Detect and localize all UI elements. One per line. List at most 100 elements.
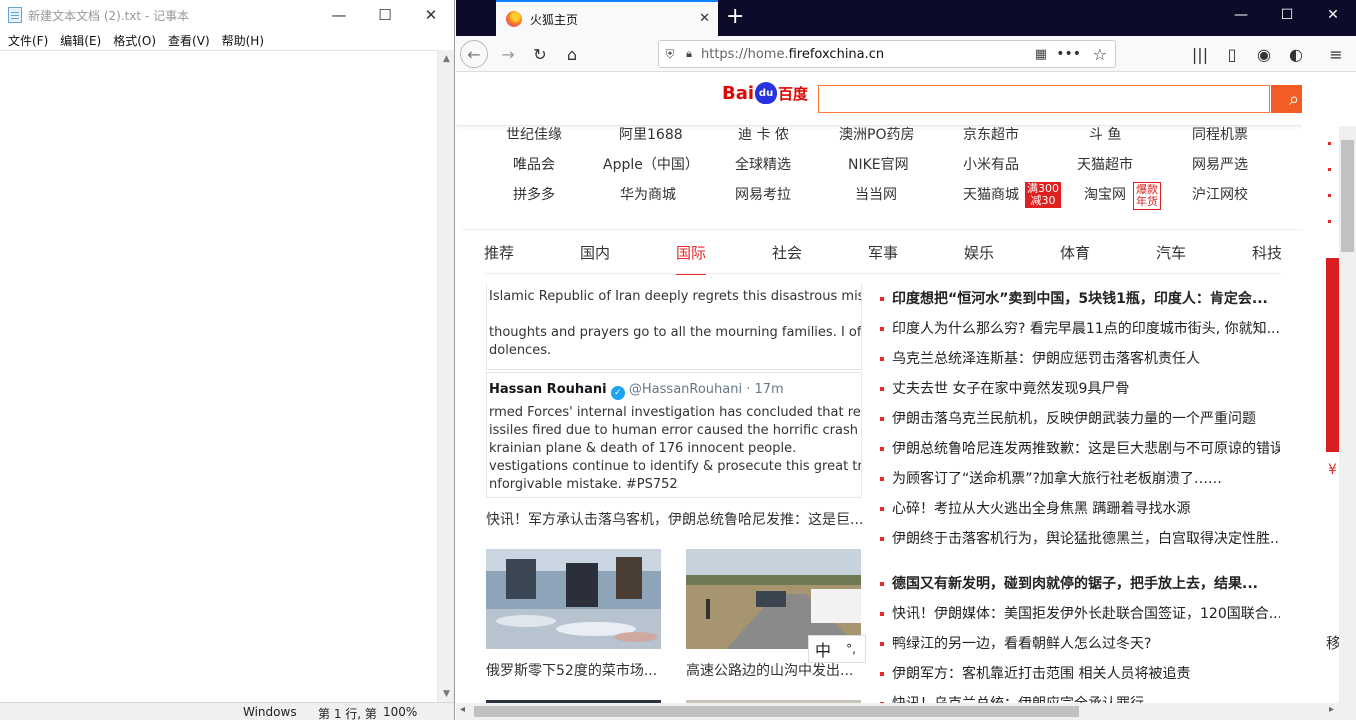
headline-item[interactable]: 德国又有新发明，碰到肉就停的锯子，把手放上去，结果... [880,573,1280,603]
tab-society[interactable]: 社会 [772,242,802,263]
tab-close-icon[interactable]: ✕ [699,11,710,26]
site-link[interactable]: 天猫商城 [963,184,1019,204]
headline-item[interactable]: 伊朗终于击落客机行为，舆论猛批德黑兰，白宫取得决定性胜... [880,528,1280,558]
tab-domestic[interactable]: 国内 [580,242,610,263]
site-link[interactable]: Apple（中国） [603,154,699,174]
menu-format[interactable]: 格式(O) [107,32,162,49]
site-link[interactable]: 沪江网校 [1192,184,1248,204]
tab-sports[interactable]: 体育 [1060,242,1090,263]
tab-title: 火狐主页 [530,12,579,27]
minimize-icon[interactable]: — [316,0,362,30]
site-link[interactable]: NIKE官网 [848,154,909,174]
headline-item[interactable]: 心碎！考拉从大火逃出全身焦黑 蹒跚着寻找水源 [880,498,1280,528]
headline-item[interactable]: 伊朗击落乌克兰民航机，反映伊朗武装力量的一个严重问题 [880,408,1280,438]
site-link[interactable]: 迪 卡 侬 [738,124,789,144]
scroll-up-icon[interactable]: ▲ [438,50,454,67]
site-link[interactable]: 拼多多 [513,184,555,204]
site-link[interactable]: 全球精选 [735,154,791,174]
close-icon[interactable]: ✕ [1310,0,1356,30]
sidebar-icon[interactable]: ▯ [1218,40,1246,68]
ime-chinese-mode[interactable]: 中 [809,637,837,661]
forward-icon[interactable]: → [494,40,522,68]
scroll-left-icon[interactable]: ◂ [460,704,465,715]
tab-firefox-home[interactable]: 火狐主页 ✕ [496,0,718,36]
site-link[interactable]: 华为商城 [620,184,676,204]
photo-caption[interactable]: 俄罗斯零下52度的菜市场... [486,660,661,680]
site-link[interactable]: 阿里1688 [619,124,683,144]
fish-market-photo[interactable] [486,549,661,649]
scrollbar-thumb[interactable] [1341,140,1354,252]
headline-item[interactable]: 鸭绿江的另一边，看看朝鲜人怎么过冬天? [880,633,1280,663]
tab-entertainment[interactable]: 娱乐 [964,242,994,263]
site-link[interactable]: 当当网 [855,184,897,204]
tracking-shield-icon[interactable]: ⛨ [659,47,681,62]
library-icon[interactable]: ||| [1186,40,1214,68]
menu-view[interactable]: 查看(V) [162,32,216,49]
ime-punctuation[interactable]: °, [837,642,865,656]
menu-help[interactable]: 帮助(H) [216,32,270,49]
headline-item[interactable]: 印度人为什么那么穷? 看完早晨11点的印度城市街头, 你就知... [880,318,1280,348]
tweet-screenshot-image[interactable]: Islamic Republic of Iran deeply regrets … [486,282,862,498]
home-icon[interactable]: ⌂ [558,40,586,68]
ime-toolbar[interactable]: 中 °, [808,635,866,663]
site-link[interactable]: 同程机票 [1192,124,1248,144]
firefox-window: 火狐主页 ✕ + — ☐ ✕ ← → ↻ ⌂ ⛨ 🔒︎ https://home… [456,0,1356,720]
tab-international[interactable]: 国际 [676,242,706,263]
headline-item[interactable]: 快讯！伊朗媒体：美国拒发伊外长赴联合国签证，120国联合... [880,603,1280,633]
tab-auto[interactable]: 汽车 [1156,242,1186,263]
new-tab-icon[interactable]: + [726,4,744,30]
site-link[interactable]: 天猫超市 [1077,154,1133,174]
tab-military[interactable]: 军事 [868,242,898,263]
notepad-icon [8,7,22,23]
minimize-icon[interactable]: — [1218,0,1264,30]
tab-tech[interactable]: 科技 [1252,242,1282,263]
site-link[interactable]: 澳洲PO药房 [839,124,914,144]
site-link[interactable]: 唯品会 [513,154,555,174]
headline-item[interactable]: 为顾客订了“送命机票”?加拿大旅行社老板崩溃了…… [880,468,1280,498]
extension-icon[interactable]: ◐ [1282,40,1310,68]
back-icon[interactable]: ← [460,40,488,68]
site-link[interactable]: 网易考拉 [735,184,791,204]
url-bar[interactable]: ⛨ 🔒︎ https://home. firefoxchina.cn ▦ ••• … [658,40,1116,68]
reload-icon[interactable]: ↻ [526,40,554,68]
account-icon[interactable]: ◉ [1250,40,1278,68]
bookmark-star-icon[interactable]: ☆ [1093,45,1107,64]
site-link[interactable]: 小米有品 [963,154,1019,174]
highway-photo[interactable] [686,549,861,649]
bullet [1328,194,1331,197]
menu-file[interactable]: 文件(F) [2,32,54,49]
site-link[interactable]: 网易严选 [1192,154,1248,174]
site-link[interactable]: 京东超市 [963,124,1019,144]
maximize-icon[interactable]: ☐ [1264,0,1310,30]
headline-item[interactable]: 印度想把“恒河水”卖到中国，5块钱1瓶，印度人：肯定会... [880,288,1280,318]
maximize-icon[interactable]: ☐ [362,0,408,30]
scroll-down-icon[interactable]: ▼ [438,685,454,702]
notepad-text-area[interactable] [0,50,454,702]
tab-recommend[interactable]: 推荐 [484,242,514,263]
tweet-caption[interactable]: 快讯！军方承认击落乌客机，伊朗总统鲁哈尼发推：这是巨... [486,509,866,529]
tweet-text: nforgivable mistake. #PS752 [489,477,678,492]
ad-banner[interactable] [1326,258,1339,452]
headline-item[interactable]: 伊朗总统鲁哈尼连发两推致歉：这是巨大悲剧与不可原谅的错误 [880,438,1280,468]
site-link[interactable]: 淘宝网 [1084,184,1126,204]
close-icon[interactable]: ✕ [408,0,454,30]
baidu-search-input[interactable] [818,85,1270,113]
photo-caption[interactable]: 高速公路边的山沟中发出... [686,660,861,680]
page-horizontal-scrollbar[interactable]: ◂ ▸ [456,703,1356,720]
headline-item[interactable]: 丈夫去世 女子在家中竟然发现9具尸骨 [880,378,1280,408]
headline-item[interactable]: 伊朗军方：客机靠近打击范围 相关人员将被追责 [880,663,1280,693]
site-link[interactable]: 世纪佳缘 [506,124,562,144]
scroll-right-icon[interactable]: ▸ [1329,704,1334,715]
hamburger-menu-icon[interactable]: ≡ [1322,40,1350,68]
notepad-vertical-scrollbar[interactable]: ▲ ▼ [437,50,454,702]
lock-icon[interactable]: 🔒︎ [681,47,697,61]
page-vertical-scrollbar[interactable] [1339,126,1356,703]
notepad-titlebar[interactable]: 新建文本文档 (2).txt - 记事本 — ☐ ✕ [0,0,454,30]
scrollbar-thumb[interactable] [474,706,1079,717]
headline-item[interactable]: 乌克兰总统泽连斯基：伊朗应惩罚击落客机责任人 [880,348,1280,378]
page-actions-icon[interactable]: ••• [1056,46,1081,62]
baidu-logo[interactable]: Bai du 百度 [722,82,808,104]
qr-code-icon[interactable]: ▦ [1035,47,1047,62]
site-link[interactable]: 斗 鱼 [1089,124,1121,144]
menu-edit[interactable]: 编辑(E) [54,32,107,49]
